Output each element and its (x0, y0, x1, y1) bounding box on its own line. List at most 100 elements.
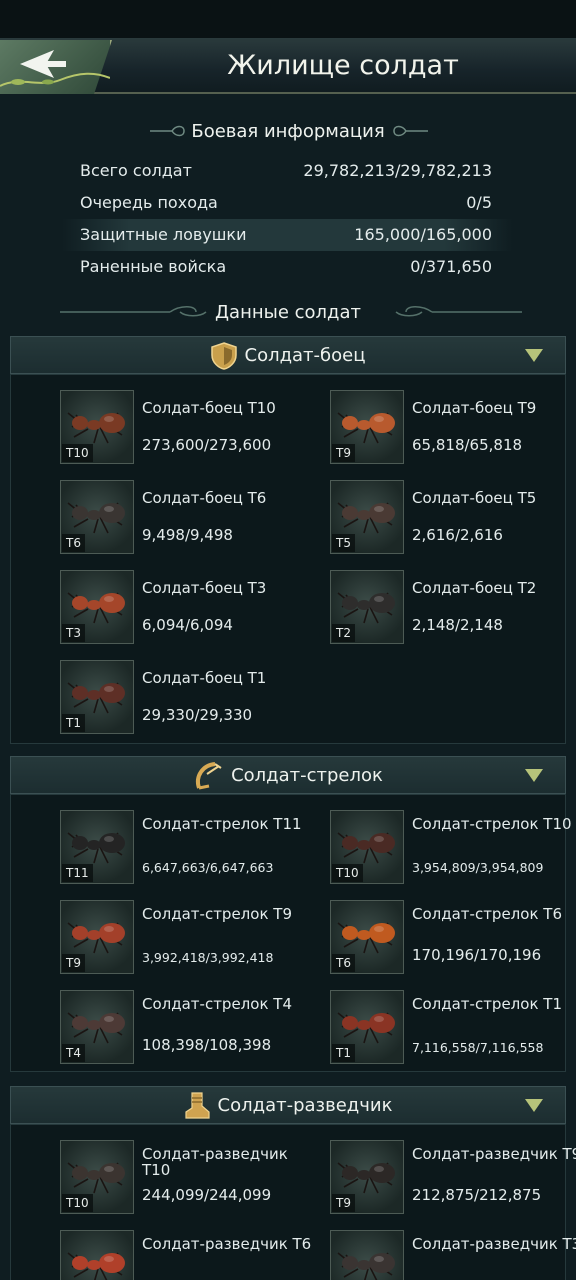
unit-name: Солдат-боец T2 (412, 579, 537, 597)
unit-portrait: T10 (330, 810, 404, 884)
unit-name: Солдат-разведчик T10 (142, 1145, 288, 1179)
unit-card[interactable]: T6 Солдат-стрелок T6 170,196/170,196 (330, 900, 576, 976)
tier-badge: T9 (332, 1194, 355, 1212)
unit-card[interactable]: T1 Солдат-боец T1 29,330/29,330 (60, 660, 310, 736)
tier-badge: T1 (62, 714, 85, 732)
chevron-down-icon[interactable] (525, 349, 543, 362)
unit-card[interactable]: Солдат-разведчик T3 (330, 1230, 576, 1280)
category-header-fighter[interactable]: Солдат-боец (10, 336, 566, 374)
unit-card[interactable]: Солдат-разведчик T6 (60, 1230, 312, 1280)
unit-card[interactable]: T3 Солдат-боец T3 6,094/6,094 (60, 570, 310, 646)
unit-name: Солдат-разведчик T6 (142, 1235, 312, 1253)
unit-card[interactable]: T11 Солдат-стрелок T11 6,647,663/6,647,663 (60, 810, 310, 886)
unit-card[interactable]: T4 Солдат-стрелок T4 108,398/108,398 (60, 990, 310, 1066)
soldier-data-heading: Данные солдат (0, 297, 576, 329)
category-header-scout[interactable]: Солдат-разведчик (10, 1086, 566, 1124)
ornament-left-icon (150, 125, 185, 137)
unit-portrait (60, 1230, 134, 1280)
unit-portrait (330, 1230, 404, 1280)
tier-badge: T6 (332, 954, 355, 972)
stats-label: Очередь похода (80, 193, 218, 212)
unit-count: 2,616/2,616 (412, 526, 503, 544)
stats-row-march-queue: Очередь похода 0/5 (62, 187, 512, 219)
ornament-right-icon (395, 306, 522, 317)
unit-name: Солдат-стрелок T10 (412, 815, 572, 833)
unit-portrait: T9 (330, 390, 404, 464)
stats-value: 0/5 (466, 193, 492, 212)
stats-label: Всего солдат (80, 161, 192, 180)
unit-count: 3,992,418/3,992,418 (142, 950, 274, 965)
unit-portrait: T1 (60, 660, 134, 734)
status-bar (0, 0, 576, 38)
tier-badge: T1 (332, 1044, 355, 1062)
unit-count: 108,398/108,398 (142, 1036, 272, 1054)
unit-portrait: T2 (330, 570, 404, 644)
tier-badge: T11 (62, 864, 93, 882)
tier-badge: T4 (62, 1044, 85, 1062)
unit-count: 29,330/29,330 (142, 706, 253, 724)
unit-name: Солдат-боец T5 (412, 489, 537, 507)
tier-badge: T10 (62, 1194, 93, 1212)
vine-decoration-icon (0, 72, 110, 87)
unit-count: 212,875/212,875 (412, 1186, 542, 1204)
ornament-right-icon (393, 125, 428, 137)
unit-card[interactable]: T10 Солдат-разведчик T10 244,099/244,099 (60, 1140, 310, 1216)
unit-card[interactable]: T1 Солдат-стрелок T1 7,116,558/7,116,558 (330, 990, 576, 1066)
unit-count: 65,818/65,818 (412, 436, 523, 454)
stats-value: 165,000/165,000 (354, 225, 492, 244)
stats-row-wounded: Раненные войска 0/371,650 (62, 251, 512, 283)
unit-portrait: T9 (330, 1140, 404, 1214)
category-title: Солдат-боец (244, 345, 366, 366)
unit-count: 273,600/273,600 (142, 436, 272, 454)
unit-card[interactable]: T2 Солдат-боец T2 2,148/2,148 (330, 570, 576, 646)
stats-label: Защитные ловушки (80, 225, 247, 244)
stats-row-total: Всего солдат 29,782,213/29,782,213 (62, 155, 512, 187)
tier-badge: T3 (62, 624, 85, 642)
battle-info-heading: Боевая информация (0, 116, 576, 148)
unit-card[interactable]: T6 Солдат-боец T6 9,498/9,498 (60, 480, 310, 556)
tier-badge: T9 (332, 444, 355, 462)
unit-portrait: T10 (60, 1140, 134, 1214)
unit-portrait: T1 (330, 990, 404, 1064)
unit-card[interactable]: T9 Солдат-разведчик T9 212,875/212,875 (330, 1140, 576, 1216)
unit-card[interactable]: T10 Солдат-боец T10 273,600/273,600 (60, 390, 310, 466)
tier-badge: T9 (62, 954, 85, 972)
unit-count: 7,116,558/7,116,558 (412, 1040, 544, 1055)
stats-row-traps: Защитные ловушки 165,000/165,000 (62, 219, 512, 251)
unit-name: Солдат-стрелок T11 (142, 815, 302, 833)
unit-name: Солдат-боец T3 (142, 579, 267, 597)
unit-count: 244,099/244,099 (142, 1186, 272, 1204)
unit-portrait: T3 (60, 570, 134, 644)
category-header-archer[interactable]: Солдат-стрелок (10, 756, 566, 794)
unit-name: Солдат-стрелок T6 (412, 905, 562, 923)
chevron-down-icon[interactable] (525, 1099, 543, 1112)
tier-badge: T5 (332, 534, 355, 552)
unit-portrait: T10 (60, 390, 134, 464)
bow-icon (196, 762, 222, 790)
tier-badge: T10 (332, 864, 363, 882)
unit-name: Солдат-стрелок T1 (412, 995, 562, 1013)
header: Жилище солдат (0, 38, 576, 94)
unit-count: 6,647,663/6,647,663 (142, 860, 274, 875)
chevron-down-icon[interactable] (525, 769, 543, 782)
unit-count: 2,148/2,148 (412, 616, 503, 634)
unit-card[interactable]: T9 Солдат-стрелок T9 3,992,418/3,992,418 (60, 900, 310, 976)
unit-portrait: T5 (330, 480, 404, 554)
unit-card[interactable]: T9 Солдат-боец T9 65,818/65,818 (330, 390, 576, 466)
category-title: Солдат-стрелок (231, 765, 383, 786)
unit-name: Солдат-стрелок T4 (142, 995, 292, 1013)
tier-badge: T6 (62, 534, 85, 552)
tier-badge: T10 (62, 444, 93, 462)
unit-portrait: T11 (60, 810, 134, 884)
unit-portrait: T4 (60, 990, 134, 1064)
unit-name: Солдат-боец T10 (142, 399, 276, 417)
unit-portrait: T9 (60, 900, 134, 974)
unit-name: Солдат-стрелок T9 (142, 905, 292, 923)
boot-icon (184, 1092, 210, 1119)
page-title: Жилище солдат (227, 50, 459, 81)
unit-card[interactable]: T5 Солдат-боец T5 2,616/2,616 (330, 480, 576, 556)
unit-card[interactable]: T10 Солдат-стрелок T10 3,954,809/3,954,809 (330, 810, 576, 886)
ornament-left-icon (60, 306, 207, 317)
unit-name: Солдат-разведчик T3 (412, 1235, 576, 1253)
unit-name: Солдат-боец T6 (142, 489, 267, 507)
